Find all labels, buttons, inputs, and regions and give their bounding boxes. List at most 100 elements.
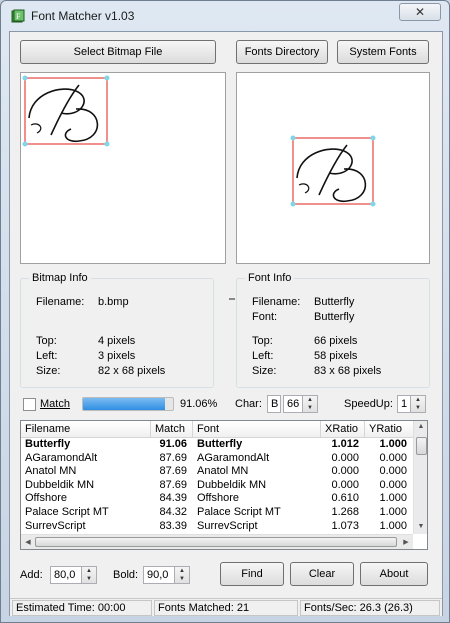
cell-xratio: 0.000 bbox=[331, 478, 359, 491]
cell-xratio: 0.000 bbox=[331, 451, 359, 464]
table-row[interactable]: AGaramondAlt 87.69 AGaramondAlt 0.000 0.000 bbox=[21, 452, 413, 466]
cell-xratio: 1.012 bbox=[331, 438, 359, 450]
window-title: Font Matcher v1.03 bbox=[31, 9, 135, 23]
match-progress-fill bbox=[83, 398, 165, 410]
speedup-input[interactable]: 1 bbox=[397, 395, 411, 413]
cell-yratio: 0.000 bbox=[379, 478, 407, 491]
table-row[interactable]: Offshore 84.39 Offshore 0.610 1.000 bbox=[21, 492, 413, 506]
char-code-input[interactable]: 66 bbox=[283, 395, 303, 413]
speedup-spinner[interactable]: ▲ ▼ bbox=[411, 395, 426, 413]
title-bar[interactable]: F Font Matcher v1.03 ✕ bbox=[1, 1, 449, 31]
font-size-value: 83 x 68 pixels bbox=[314, 365, 382, 377]
system-fonts-button[interactable]: System Fonts bbox=[337, 40, 429, 64]
spin-down-icon[interactable]: ▼ bbox=[175, 575, 189, 583]
add-spinner[interactable]: ▲ ▼ bbox=[82, 566, 97, 584]
spin-down-icon[interactable]: ▼ bbox=[411, 404, 425, 412]
spin-up-icon[interactable]: ▲ bbox=[175, 567, 189, 575]
results-table[interactable]: Filename Match Font XRatio YRatio Butter… bbox=[20, 420, 428, 550]
cell-filename: Anatol MN bbox=[25, 465, 77, 478]
cell-font: Palace Script MT bbox=[197, 505, 281, 518]
font-preview bbox=[236, 72, 430, 264]
spin-up-icon[interactable]: ▲ bbox=[303, 396, 317, 404]
table-row[interactable]: Anatol MN 87.69 Anatol MN 0.000 0.000 bbox=[21, 465, 413, 479]
cell-filename: Offshore bbox=[25, 492, 67, 505]
cell-match: 87.69 bbox=[159, 478, 187, 491]
add-input[interactable]: 80,0 bbox=[50, 566, 82, 584]
char-input[interactable]: B bbox=[267, 395, 281, 413]
scroll-down-icon[interactable]: ▼ bbox=[414, 523, 427, 530]
column-yratio[interactable]: YRatio bbox=[365, 421, 413, 438]
column-xratio[interactable]: XRatio bbox=[321, 421, 365, 438]
horizontal-scroll-thumb[interactable] bbox=[35, 537, 397, 547]
column-font[interactable]: Font bbox=[193, 421, 321, 438]
match-checkbox[interactable] bbox=[23, 398, 36, 411]
match-label[interactable]: Match bbox=[40, 398, 70, 410]
font-glyph bbox=[290, 135, 376, 207]
about-button[interactable]: About bbox=[360, 562, 428, 586]
table-row[interactable]: Dubbeldik MN 87.69 Dubbeldik MN 0.000 0.000 bbox=[21, 479, 413, 493]
cell-filename: Palace Script MT bbox=[25, 505, 109, 518]
cell-filename: SurrevScript bbox=[25, 519, 86, 532]
cell-yratio: 0.000 bbox=[379, 465, 407, 478]
column-filename[interactable]: Filename bbox=[21, 421, 151, 438]
preview-splitter[interactable] bbox=[228, 72, 236, 304]
close-button[interactable]: ✕ bbox=[399, 3, 441, 21]
bitmap-info-title: Bitmap Info bbox=[29, 272, 91, 284]
cell-yratio: 1.000 bbox=[379, 492, 407, 505]
bitmap-filename-label: Filename: bbox=[36, 296, 85, 308]
cell-xratio: 0.610 bbox=[331, 492, 359, 505]
cell-match: 87.69 bbox=[159, 465, 187, 478]
scroll-right-icon[interactable]: ▶ bbox=[401, 538, 411, 546]
font-size-label: Size: bbox=[252, 365, 277, 377]
horizontal-scrollbar[interactable]: ◀ ▶ bbox=[21, 534, 413, 549]
clear-button[interactable]: Clear bbox=[290, 562, 354, 586]
bitmap-size-label: Size: bbox=[36, 365, 61, 377]
cell-yratio: 1.000 bbox=[379, 505, 407, 518]
cell-font: Anatol MN bbox=[197, 465, 249, 478]
table-row[interactable]: Butterfly 91.06 Butterfly 1.012 1.000 bbox=[21, 438, 413, 452]
char-spinner[interactable]: ▲ ▼ bbox=[303, 395, 318, 413]
table-body: Butterfly 91.06 Butterfly 1.012 1.000 AGaramo… bbox=[21, 438, 413, 534]
font-name-label: Font: bbox=[252, 311, 278, 323]
status-bar: Estimated Time: 00:00 Fonts Matched: 21 … bbox=[10, 598, 442, 616]
spin-up-icon[interactable]: ▲ bbox=[82, 567, 96, 575]
bitmap-left-label: Left: bbox=[36, 350, 58, 362]
scroll-up-icon[interactable]: ▲ bbox=[414, 423, 427, 430]
cell-font: SurrevScript bbox=[197, 519, 258, 532]
font-top-label: Top: bbox=[252, 335, 273, 347]
vertical-scroll-thumb[interactable] bbox=[416, 437, 427, 455]
cell-match: 84.39 bbox=[159, 492, 187, 505]
scroll-left-icon[interactable]: ◀ bbox=[23, 538, 33, 546]
find-button[interactable]: Find bbox=[220, 562, 284, 586]
table-row[interactable]: Palace Script MT 84.32 Palace Script MT 1.2… bbox=[21, 506, 413, 520]
font-top-value: 66 pixels bbox=[314, 335, 358, 347]
bold-spinner[interactable]: ▲ ▼ bbox=[175, 566, 190, 584]
fonts-directory-button[interactable]: Fonts Directory bbox=[236, 40, 328, 64]
spin-up-icon[interactable]: ▲ bbox=[411, 396, 425, 404]
bold-label: Bold: bbox=[113, 569, 139, 581]
status-fonts-matched: Fonts Matched: 21 bbox=[154, 600, 298, 616]
spin-down-icon[interactable]: ▼ bbox=[82, 575, 96, 583]
client-area: Select Bitmap File Fonts Directory Syste… bbox=[9, 31, 443, 616]
match-percent: 91.06% bbox=[180, 398, 218, 410]
font-filename-label: Filename: bbox=[252, 296, 301, 308]
cell-xratio: 0.000 bbox=[331, 465, 359, 478]
bitmap-top-label: Top: bbox=[36, 335, 57, 347]
font-filename-value: Butterfly bbox=[314, 296, 355, 308]
vertical-scrollbar[interactable]: ▲ ▼ bbox=[413, 421, 427, 534]
bold-input[interactable]: 90,0 bbox=[143, 566, 175, 584]
close-icon: ✕ bbox=[414, 5, 426, 19]
bitmap-preview bbox=[20, 72, 226, 264]
select-bitmap-button[interactable]: Select Bitmap File bbox=[20, 40, 216, 64]
cell-yratio: 1.000 bbox=[379, 519, 407, 532]
bitmap-top-value: 4 pixels bbox=[98, 335, 136, 347]
table-row[interactable]: SurrevScript 83.39 SurrevScript 1.073 1.000 bbox=[21, 520, 413, 534]
cell-filename: Butterfly bbox=[25, 438, 71, 450]
app-window: F Font Matcher v1.03 ✕ Select Bitmap Fil… bbox=[0, 0, 450, 623]
bitmap-glyph bbox=[22, 75, 110, 147]
app-icon: F bbox=[11, 9, 25, 23]
cell-xratio: 1.073 bbox=[331, 519, 359, 532]
column-match[interactable]: Match bbox=[151, 421, 193, 438]
splitter-grip bbox=[229, 298, 235, 300]
spin-down-icon[interactable]: ▼ bbox=[303, 404, 317, 412]
